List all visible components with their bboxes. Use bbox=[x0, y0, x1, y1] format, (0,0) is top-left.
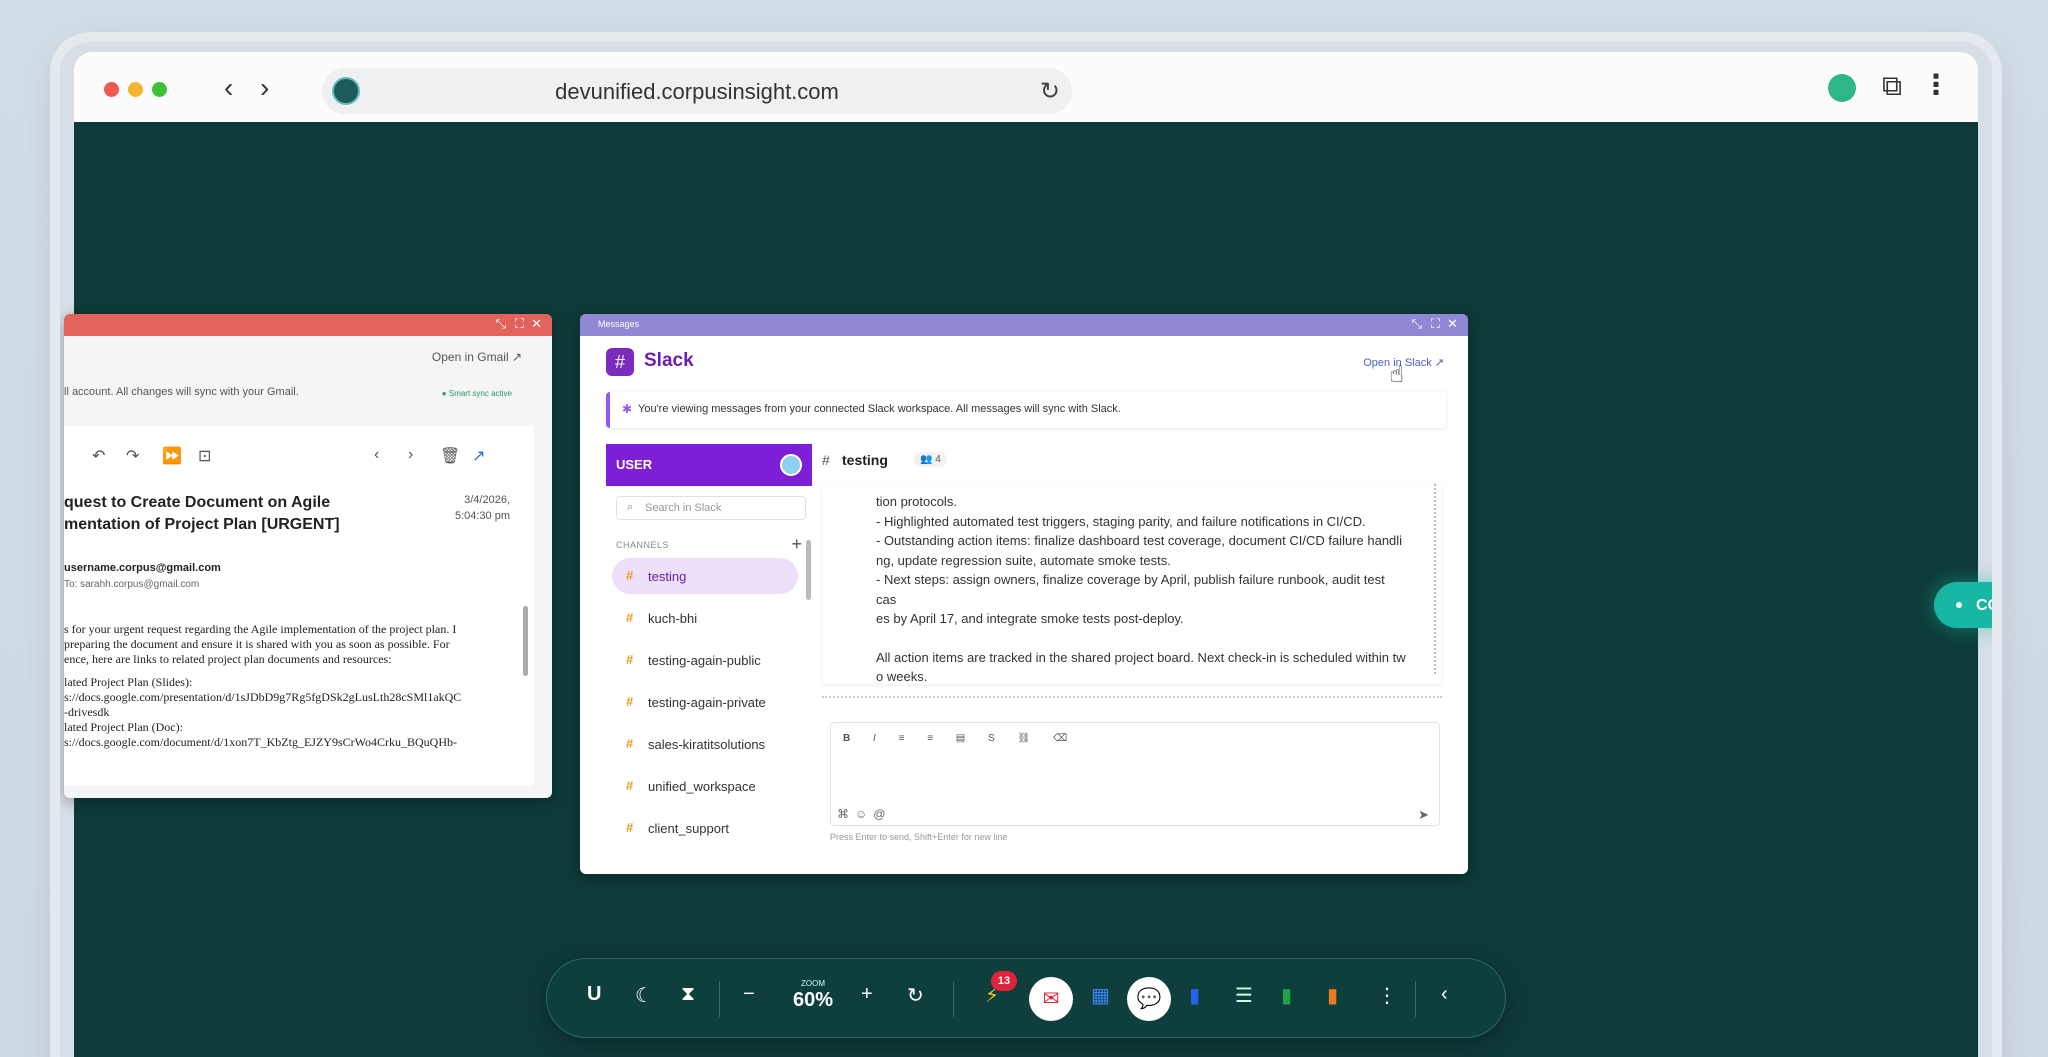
close-icon[interactable]: ✕ bbox=[531, 316, 542, 332]
delete-icon[interactable]: 🗑 bbox=[440, 446, 460, 466]
slack-mini-icon: ✱ bbox=[622, 402, 633, 416]
search-icon: ⌕ bbox=[627, 501, 634, 513]
zoom-in-icon[interactable]: + bbox=[861, 983, 873, 1006]
member-count[interactable]: 👥 4 bbox=[914, 452, 947, 467]
email-scrollbar[interactable] bbox=[523, 606, 528, 676]
email-to: To: sarahh.corpus@gmail.com bbox=[64, 579, 200, 590]
chat-scrollbar[interactable] bbox=[1433, 484, 1436, 674]
address-bar[interactable]: devunified.corpusinsight.com ↻ bbox=[322, 68, 1072, 114]
maximize-window-button[interactable] bbox=[152, 82, 167, 97]
email-from: username.corpus@gmail.com bbox=[64, 562, 221, 574]
user-avatar[interactable] bbox=[780, 454, 802, 476]
slides-icon[interactable]: ▮ bbox=[1327, 983, 1338, 1008]
user-header: USER bbox=[606, 444, 812, 486]
message-card: tion protocols. - Highlighted automated … bbox=[822, 484, 1442, 684]
channel-item-sales-kiratitsolutions[interactable]: # sales-kiratitsolutions bbox=[612, 726, 798, 762]
tasks-icon[interactable]: ☰ bbox=[1235, 983, 1253, 1008]
channel-item-testing[interactable]: # testing bbox=[612, 558, 798, 594]
send-icon[interactable]: ➤ bbox=[1418, 807, 1429, 823]
more-options-icon[interactable]: ⋮ bbox=[1377, 983, 1397, 1008]
profile-avatar[interactable] bbox=[1828, 74, 1856, 102]
channels-header: CHANNELS bbox=[616, 540, 670, 550]
zoom-out-icon[interactable]: − bbox=[743, 983, 755, 1006]
reload-icon[interactable]: ↻ bbox=[1040, 77, 1060, 106]
back-icon[interactable]: ‹ bbox=[224, 74, 233, 102]
email-body: s for your urgent request regarding the … bbox=[64, 622, 462, 749]
collapse-dock-icon[interactable]: ‹ bbox=[1441, 983, 1448, 1006]
chat-icon[interactable]: 💬 bbox=[1127, 977, 1171, 1021]
open-external-icon[interactable]: ↗ bbox=[472, 446, 485, 466]
channel-header: # testing 👥 4 bbox=[822, 444, 1442, 478]
calendar-icon[interactable]: ▦ bbox=[1091, 983, 1110, 1008]
browser-toolbar: ‹ › devunified.corpusinsight.com ↻ ⧉ ⋮ bbox=[74, 52, 1978, 122]
extensions-icon[interactable]: ⧉ bbox=[1882, 70, 1902, 103]
channel-item-client-support[interactable]: # client_support bbox=[612, 810, 798, 846]
mail-icon[interactable]: ✉ bbox=[1029, 977, 1073, 1021]
next-email-icon[interactable]: › bbox=[408, 446, 413, 464]
reset-zoom-icon[interactable]: ↻ bbox=[907, 983, 924, 1008]
status-dot bbox=[1956, 602, 1962, 608]
reply-all-icon[interactable]: ↷ bbox=[126, 446, 139, 466]
email-date: 3/4/2026, 5:04:30 pm bbox=[454, 494, 510, 522]
cosi-assistant-button[interactable]: COSI bbox=[1934, 582, 1992, 628]
composer-hint: Press Enter to send, Shift+Enter for new… bbox=[830, 832, 1008, 842]
minimize-window-button[interactable] bbox=[128, 82, 143, 97]
attachment-icons[interactable]: ⌘☺@ bbox=[837, 807, 891, 821]
open-in-gmail-link[interactable]: Open in Gmail ↗ bbox=[432, 350, 522, 364]
close-icon[interactable]: ✕ bbox=[1447, 316, 1458, 332]
zoom-label: ZOOM bbox=[801, 979, 825, 988]
slack-titlebar[interactable]: Messages ⤡ ⛶ ✕ bbox=[580, 314, 1468, 336]
slack-title: Slack bbox=[644, 350, 694, 371]
workspace-canvas: ⤡ ⛶ ✕ Open in Gmail ↗ ll account. All ch… bbox=[64, 122, 1992, 1057]
add-channel-button[interactable]: + bbox=[791, 534, 802, 555]
forward-icon[interactable]: ⏩ bbox=[162, 446, 182, 466]
email-toolbar: ↶ ↷ ⏩ ⊡ ‹ › 🗑 ↗ bbox=[64, 446, 534, 466]
slack-search-input[interactable]: ⌕ Search in Slack bbox=[616, 496, 806, 520]
timer-icon[interactable]: ⧗ bbox=[681, 983, 695, 1006]
fullscreen-icon[interactable]: ⛶ bbox=[1431, 316, 1440, 332]
notification-badge: 13 bbox=[991, 971, 1017, 991]
minimize-icon[interactable]: ⤡ bbox=[1412, 316, 1422, 332]
message-composer[interactable]: B I ≡ ≡ ▤ S ⛓ ⌫ ⌘☺@ ➤ bbox=[830, 722, 1440, 826]
document-icon[interactable]: ▮ bbox=[1189, 983, 1200, 1008]
spreadsheet-icon[interactable]: ▮ bbox=[1281, 983, 1292, 1008]
window-label: Messages bbox=[598, 319, 640, 329]
email-subject: quest to Create Document on Agile mentat… bbox=[64, 494, 340, 533]
channel-item-testing-again-public[interactable]: # testing-again-public bbox=[612, 642, 798, 678]
archive-icon[interactable]: ⊡ bbox=[198, 446, 211, 466]
pointer-cursor-icon: ☝ bbox=[1389, 361, 1404, 388]
close-window-button[interactable] bbox=[104, 82, 119, 97]
forward-icon[interactable]: › bbox=[260, 74, 269, 102]
channel-item-kuch-bhi[interactable]: # kuch-bhi bbox=[612, 600, 798, 636]
reply-icon[interactable]: ↶ bbox=[92, 446, 105, 466]
gmail-sync-notice: ll account. All changes will sync with y… bbox=[64, 386, 299, 398]
channel-item-unified-workspace[interactable]: # unified_workspace bbox=[612, 768, 798, 804]
gmail-window: ⤡ ⛶ ✕ Open in Gmail ↗ ll account. All ch… bbox=[64, 314, 552, 798]
previous-email-icon[interactable]: ‹ bbox=[374, 446, 379, 464]
minimize-icon[interactable]: ⤡ bbox=[496, 316, 506, 332]
zoom-value: 60% bbox=[793, 989, 834, 1011]
channel-item-testing-again-private[interactable]: # testing-again-private bbox=[612, 684, 798, 720]
slack-logo-icon: # bbox=[606, 348, 634, 376]
slack-window: Messages ⤡ ⛶ ✕ # Slack Open in Slack ↗ ☝… bbox=[580, 314, 1468, 874]
bottom-dock: U ☾ ⧗ − ZOOM 60% + ↻ ⚡ 13 ✉ ▦ 💬 ▮ ☰ ▮ ▮ … bbox=[546, 958, 1506, 1038]
message-text: tion protocols. - Highlighted automated … bbox=[876, 494, 1406, 684]
url-text: devunified.corpusinsight.com bbox=[555, 79, 839, 104]
slack-sidebar: USER ⌕ Search in Slack CHANNELS + # testi… bbox=[606, 444, 812, 864]
gmail-titlebar[interactable]: ⤡ ⛶ ✕ bbox=[64, 314, 552, 336]
browser-window: ‹ › devunified.corpusinsight.com ↻ ⧉ ⋮ ⤡… bbox=[60, 42, 1992, 1057]
formatting-toolbar[interactable]: B I ≡ ≡ ▤ S ⛓ ⌫ bbox=[843, 733, 1077, 744]
more-menu-icon[interactable]: ⋮ bbox=[1922, 68, 1950, 101]
dark-mode-icon[interactable]: ☾ bbox=[635, 983, 653, 1008]
sync-status: ● Smart sync active bbox=[441, 389, 512, 398]
user-button[interactable]: U bbox=[587, 983, 601, 1006]
slack-info-banner: ✱ You're viewing messages from your conn… bbox=[606, 392, 1446, 428]
divider bbox=[822, 696, 1442, 698]
sidebar-scrollbar[interactable] bbox=[806, 540, 811, 600]
email-view: ↶ ↷ ⏩ ⊡ ‹ › 🗑 ↗ quest to Create Document… bbox=[64, 426, 534, 786]
fullscreen-icon[interactable]: ⛶ bbox=[515, 316, 524, 332]
